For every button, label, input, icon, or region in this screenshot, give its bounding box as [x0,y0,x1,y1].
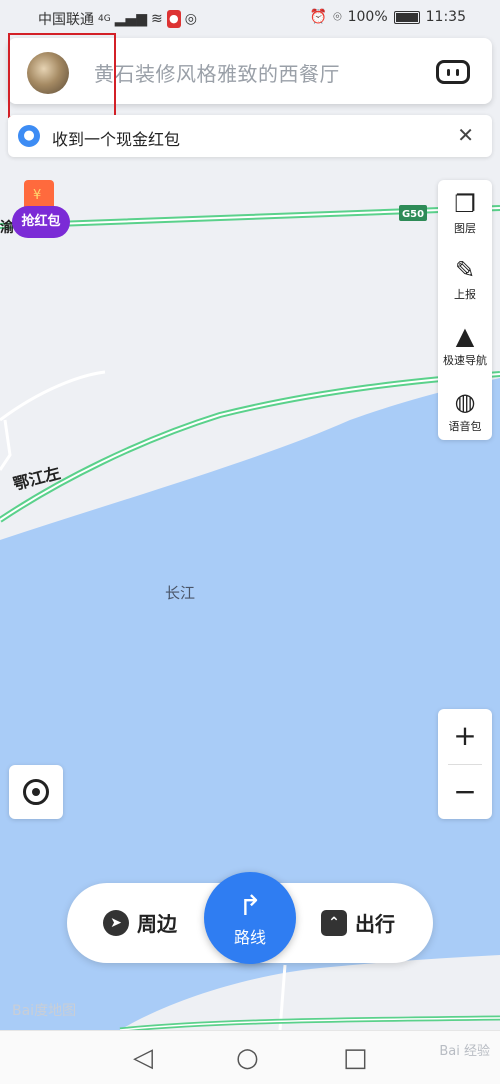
tool-label: 上报 [454,288,476,301]
tool-layers[interactable]: ❐ 图层 [438,182,492,242]
tool-fast-navigation[interactable]: ▲ 极速导航 [438,314,492,374]
tool-label: 极速导航 [443,354,487,367]
report-icon: ✎ [454,256,476,284]
close-icon[interactable]: ✕ [457,123,474,147]
signal-icon: ▂▄▆ [114,11,148,27]
annotation-highlight-box [8,33,116,118]
crosshair-icon [23,779,49,805]
map-watermark: Bai度地图 [12,1003,77,1019]
mic-icon: ● [166,10,181,28]
battery-percent: 100% [347,9,388,25]
hotspot-icon: ◎ [184,11,197,27]
alarm-icon: ⏰ [309,9,328,25]
route-button[interactable]: ↱ 路线 [204,872,296,964]
robot-assistant-icon[interactable] [436,60,470,84]
notice-banner[interactable]: ● 收到一个现金红包 ✕ [8,115,492,157]
network-type: 4G [98,14,111,24]
recent-apps-icon[interactable]: □ [343,1043,368,1073]
highway-label: G50 [402,209,424,220]
voice-pack-icon: ◍ [454,388,476,416]
battery-icon [393,10,420,24]
tool-voice-pack[interactable]: ◍ 语音包 [438,380,492,440]
nearby-button[interactable]: ➤ 周边 [103,908,177,937]
tool-label: 语音包 [448,420,482,433]
notice-text: 收到一个现金红包 [52,130,181,149]
river-label: 长江 [165,584,195,602]
red-packet-label: 抢红包 [12,206,70,238]
system-nav-bar: ◁ ○ □ [0,1030,500,1084]
route-label: 路线 [233,928,266,947]
wifi-icon: ≋ [151,11,163,27]
search-input[interactable]: 黄石装修风格雅致的西餐厅 [94,58,340,87]
navigation-icon: ▲ [455,322,475,350]
trip-icon: ⌃ [321,909,347,936]
tool-report[interactable]: ✎ 上报 [438,248,492,308]
compass-icon: ➤ [103,909,129,936]
zoom-in-button[interactable]: + [438,709,492,763]
trip-label: 出行 [355,912,395,936]
red-packet-button[interactable]: 抢红包 [12,180,70,240]
locate-button[interactable] [9,765,63,819]
map-tools-panel: ❐ 图层 ✎ 上报 ▲ 极速导航 ◍ 语音包 [438,180,492,440]
zoom-control: + − [438,709,492,819]
corner-watermark: Bai 经验 [439,1044,490,1059]
nearby-label: 周边 [137,912,177,936]
carrier-label: 中国联通 [38,12,94,28]
zoom-out-button[interactable]: − [438,765,492,819]
tool-label: 图层 [454,222,476,235]
location-pin-icon: ● [18,125,40,147]
route-arrow-icon: ↱ [238,889,262,922]
trip-button[interactable]: ⌃ 出行 [321,908,395,937]
clock: 11:35 [425,9,466,25]
layers-icon: ❐ [454,190,476,218]
back-icon[interactable]: ◁ [133,1043,153,1073]
status-bar: 中国联通 4G ▂▄▆ ≋ ● ◎ ⏰ ⌾ 100% 11:35 [0,0,500,36]
home-icon[interactable]: ○ [236,1043,259,1073]
location-icon: ⌾ [333,9,342,25]
